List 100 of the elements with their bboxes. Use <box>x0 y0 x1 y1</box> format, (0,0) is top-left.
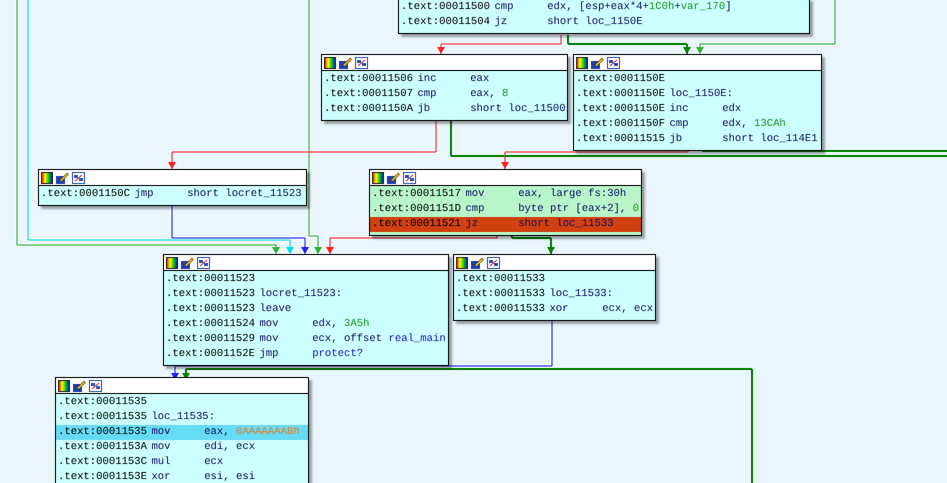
mnemonic-text: jb <box>417 102 432 117</box>
code-line[interactable]: .text:00011515 jb short loc_114E1 <box>574 132 821 147</box>
code-line[interactable]: .text:00011533 <box>454 272 655 287</box>
address-label: .text:00011533 <box>456 302 546 317</box>
operand-text: eax <box>470 72 490 87</box>
address-label: .text:00011506 <box>324 72 414 87</box>
code-line[interactable]: .text:0001152E jmp protect? <box>164 347 448 362</box>
operand-text: short loc_1150E <box>547 15 643 30</box>
color-palette-icon[interactable] <box>456 256 468 268</box>
mnemonic-text: loc_11533: <box>549 287 614 302</box>
code-line[interactable]: .text:0001153A mov edi, ecx <box>56 440 308 455</box>
address-label: .text:0001150E <box>576 87 666 102</box>
mnemonic-text: loc_11535: <box>151 410 216 425</box>
code-line[interactable]: .text:00011523 locret_11523: <box>164 287 448 302</box>
mnemonic-text: jz <box>465 217 480 232</box>
code-line[interactable]: .text:00011523 leave <box>164 302 448 317</box>
address-label: .text:00011533 <box>456 287 546 302</box>
code-line[interactable]: .text:00011533 xor ecx, ecx <box>454 302 655 317</box>
operand-text: edx, [esp+eax*4+1C0h+var_170] <box>547 0 732 15</box>
color-palette-icon[interactable] <box>324 56 336 68</box>
address-label: .text:0001153A <box>58 440 148 455</box>
operand-text: short loc_114E1 <box>722 132 818 147</box>
address-label: .text:00011517 <box>372 187 462 202</box>
address-label: .text:0001150E <box>576 72 666 87</box>
code-line[interactable]: .text:00011535 <box>56 395 308 410</box>
address-label: .text:00011523 <box>166 287 256 302</box>
mnemonic-text: jz <box>494 15 508 30</box>
code-line[interactable]: .text:0001153E xor esi, esi <box>56 470 308 483</box>
graph-icon[interactable] <box>487 256 500 268</box>
code-line[interactable]: .text:00011506 inc eax <box>322 72 567 87</box>
operand-text: short locret_11523 <box>187 187 302 202</box>
code-line[interactable]: .text:00011524 mov edx, 3A5h <box>164 317 448 332</box>
address-label: .text:00011535 <box>58 425 148 440</box>
code-line[interactable]: .text:00011533 loc_11533: <box>454 287 655 302</box>
pencil-icon[interactable] <box>339 56 352 68</box>
operand-text: short loc_11533 <box>518 217 614 232</box>
address-label: .text:0001150F <box>576 117 666 132</box>
address-label: .text:00011507 <box>324 87 414 102</box>
address-label: .text:00011535 <box>58 410 148 425</box>
code-line[interactable]: .text:00011529 mov ecx, offset real_main <box>164 332 448 347</box>
color-palette-icon[interactable] <box>576 56 588 68</box>
mnemonic-text: mov <box>151 440 172 455</box>
code-line[interactable]: .text:00011517 mov eax, large fs:30h <box>370 187 641 202</box>
code-line[interactable]: .text:00011504 jz short loc_1150E <box>399 15 809 30</box>
color-palette-icon[interactable] <box>41 172 53 184</box>
code-line[interactable]: .text:0001151D cmp byte ptr [eax+2], 0 <box>370 202 641 217</box>
address-label: .text:00011533 <box>456 272 546 287</box>
mnemonic-text: cmp <box>494 0 515 15</box>
address-label: .text:00011523 <box>166 272 256 287</box>
pencil-icon[interactable] <box>471 256 484 268</box>
address-label: .text:00011529 <box>166 332 256 347</box>
mnemonic-text: locret_11523: <box>259 287 342 302</box>
address-label: .text:00011521 <box>372 217 462 232</box>
color-palette-icon[interactable] <box>372 172 384 184</box>
graph-icon[interactable] <box>403 172 416 184</box>
color-palette-icon[interactable] <box>58 380 70 392</box>
graph-icon[interactable] <box>607 56 620 68</box>
color-palette-icon[interactable] <box>166 256 178 268</box>
pencil-icon[interactable] <box>73 380 86 392</box>
code-line[interactable]: .text:0001150E inc edx <box>574 102 821 117</box>
code-line[interactable]: .text:0001150E loc_1150E: <box>574 87 821 102</box>
graph-icon[interactable] <box>89 380 102 392</box>
pencil-icon[interactable] <box>591 56 604 68</box>
mnemonic-text: mov <box>259 317 280 332</box>
operand-text: edx <box>722 102 742 117</box>
graph-icon[interactable] <box>355 56 368 68</box>
operand-text: edi, ecx <box>204 440 256 455</box>
pencil-icon[interactable] <box>387 172 400 184</box>
operand-text: byte ptr [eax+2], 0 <box>518 202 639 217</box>
operand-text: edx, 13CAh <box>722 117 786 132</box>
code-line[interactable]: .text:0001150A jb short loc_11500 <box>322 102 567 117</box>
mnemonic-text: loc_1150E: <box>669 87 734 102</box>
address-label: .text:0001150C <box>41 187 130 202</box>
mnemonic-text: xor <box>549 302 570 317</box>
address-label: .text:00011523 <box>166 302 256 317</box>
address-label: .text:00011500 <box>401 0 490 15</box>
address-label: .text:0001153E <box>58 470 148 483</box>
mnemonic-text: mov <box>465 187 486 202</box>
code-line[interactable]: .text:00011507 cmp eax, 8 <box>322 87 567 102</box>
code-line[interactable]: .text:00011535 loc_11535: <box>56 410 308 425</box>
operand-text: protect? <box>312 347 364 362</box>
operand-text: ecx, offset real_main <box>312 332 446 347</box>
operand-text: eax, 8 <box>470 87 508 102</box>
graph-icon[interactable] <box>197 256 210 268</box>
graph-icon[interactable] <box>72 172 85 184</box>
code-line[interactable]: .text:00011523 <box>164 272 448 287</box>
code-line[interactable]: .text:0001150E <box>574 72 821 87</box>
operand-text: edx, 3A5h <box>312 317 370 332</box>
code-line[interactable]: .text:00011500 cmp edx, [esp+eax*4+1C0h+var_170] <box>399 0 809 15</box>
code-line[interactable]: .text:0001150C jmp short locret_11523 <box>39 187 306 202</box>
mnemonic-text: mov <box>151 425 172 440</box>
mnemonic-text: mul <box>151 455 172 470</box>
address-label: .text:00011515 <box>576 132 666 147</box>
mnemonic-text: jmp <box>134 187 155 202</box>
operand-text: ecx, ecx <box>602 302 654 317</box>
code-line[interactable]: .text:0001150F cmp edx, 13CAh <box>574 117 821 132</box>
pencil-icon[interactable] <box>56 172 69 184</box>
mnemonic-text: jmp <box>259 347 280 362</box>
pencil-icon[interactable] <box>181 256 194 268</box>
code-line[interactable]: .text:0001153C mul ecx <box>56 455 308 470</box>
